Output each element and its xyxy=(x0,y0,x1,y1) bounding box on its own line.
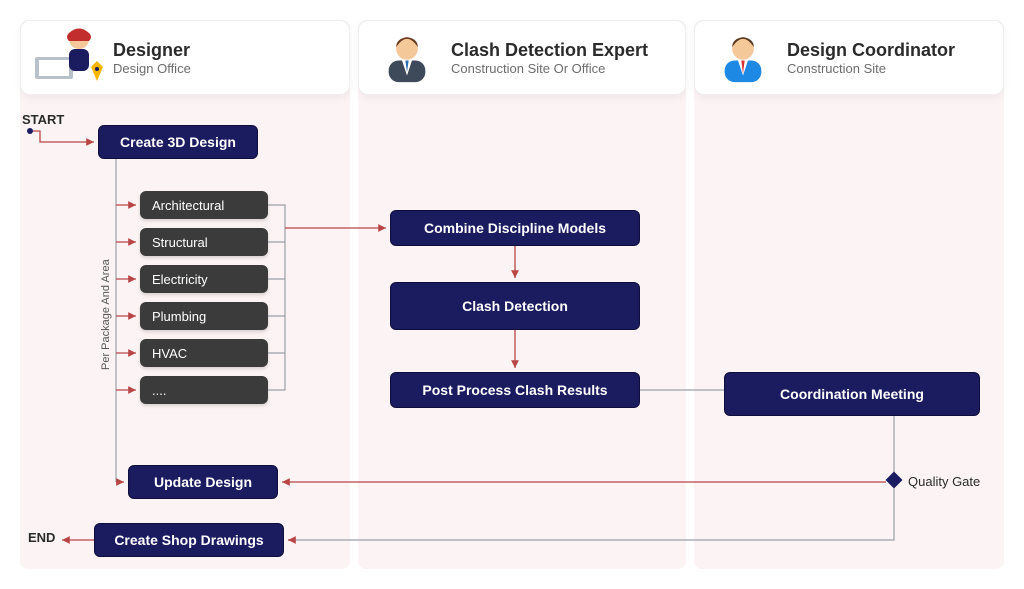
lane-header-designer: Designer Design Office xyxy=(20,20,350,95)
designer-avatar-icon xyxy=(33,27,105,89)
node-clash-detection: Clash Detection xyxy=(390,282,640,330)
lane-subtitle: Construction Site Or Office xyxy=(451,61,648,76)
node-post-process: Post Process Clash Results xyxy=(390,372,640,408)
node-shop-drawings: Create Shop Drawings xyxy=(94,523,284,557)
expert-avatar-icon xyxy=(371,27,443,89)
lane-title: Designer xyxy=(113,40,191,61)
quality-gate-label: Quality Gate xyxy=(908,474,980,489)
node-combine-models: Combine Discipline Models xyxy=(390,210,640,246)
end-label: END xyxy=(28,530,55,545)
lane-subtitle: Construction Site xyxy=(787,61,955,76)
sub-node-hvac: HVAC xyxy=(140,339,268,367)
node-coordination-meeting: Coordination Meeting xyxy=(724,372,980,416)
coordinator-avatar-icon xyxy=(707,27,779,89)
lane-title: Design Coordinator xyxy=(787,40,955,61)
sub-node-structural: Structural xyxy=(140,228,268,256)
lane-header-expert: Clash Detection Expert Construction Site… xyxy=(358,20,686,95)
node-update-design: Update Design xyxy=(128,465,278,499)
sub-node-architectural: Architectural xyxy=(140,191,268,219)
sub-node-electricity: Electricity xyxy=(140,265,268,293)
lane-header-coordinator: Design Coordinator Construction Site xyxy=(694,20,1004,95)
sub-node-plumbing: Plumbing xyxy=(140,302,268,330)
node-create-3d: Create 3D Design xyxy=(98,125,258,159)
start-label: START xyxy=(22,112,64,127)
per-package-label: Per Package And Area xyxy=(100,259,112,370)
lane-title: Clash Detection Expert xyxy=(451,40,648,61)
lane-subtitle: Design Office xyxy=(113,61,191,76)
sub-node-more: .... xyxy=(140,376,268,404)
